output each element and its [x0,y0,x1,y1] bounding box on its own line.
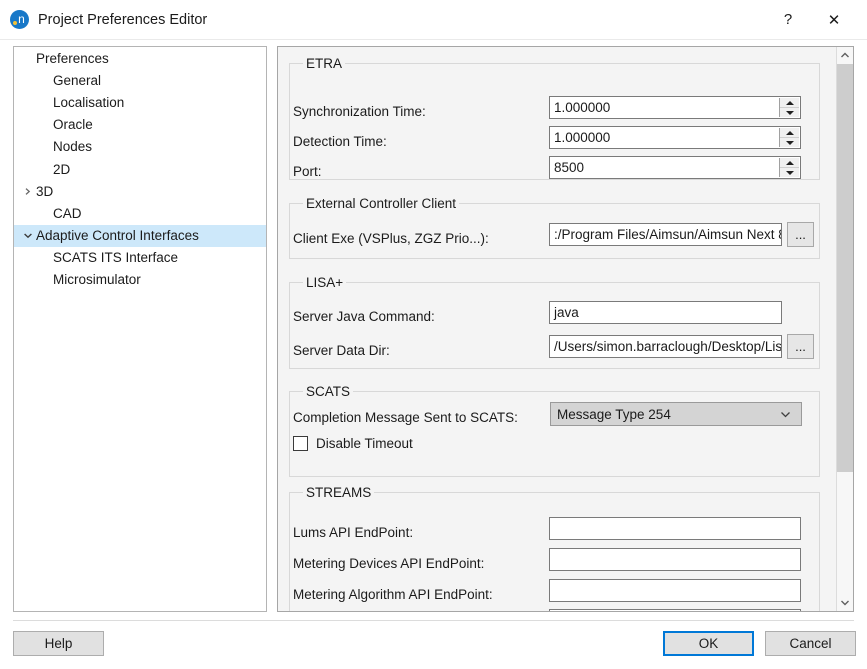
label-client-exe: Client Exe (VSPlus, ZGZ Prio...): [293,231,489,246]
window-title: Project Preferences Editor [38,11,208,28]
chevron-right-icon[interactable] [19,187,36,196]
bottom-separator [13,620,854,621]
group-title-lisa-plus: LISA+ [303,275,347,290]
input-metering-algorithm-api-endpoint[interactable] [549,579,801,602]
title-bar: n Project Preferences Editor ? ✕ [0,0,867,40]
input-value: java [554,305,579,320]
spinner-up-icon[interactable] [780,158,799,168]
tree-item-label: General [53,72,102,88]
tree-item-label: Preferences [36,50,109,66]
input-partially-visible-endpoint[interactable] [549,609,801,611]
spinner-detection-time[interactable] [779,128,799,147]
label-detection-time: Detection Time: [293,134,387,149]
tree-item-3d[interactable]: 3D [14,180,266,202]
preferences-content: ETRA Synchronization Time: 1.000000 Dete… [278,47,837,611]
group-title-scats: SCATS [303,384,354,399]
help-button[interactable]: Help [13,631,104,656]
app-logo-icon: n [10,10,29,29]
input-client-exe[interactable]: :/Program Files/Aimsun/Aimsun Next 8.3 [549,223,782,246]
content-vertical-scrollbar[interactable] [836,47,853,611]
preferences-tree[interactable]: Preferences General Localisation Oracle … [13,46,267,612]
checkbox-disable-timeout[interactable]: Disable Timeout [293,436,413,451]
tree-item-label: Nodes [53,139,93,155]
tree-item-label: 3D [36,183,54,199]
chevron-down-icon[interactable] [19,231,36,240]
group-title-streams: STREAMS [303,485,375,500]
tree-item-general[interactable]: General [14,69,266,91]
preferences-content-scrollarea: ETRA Synchronization Time: 1.000000 Dete… [277,46,854,612]
tree-item-scats-its-interface[interactable]: SCATS ITS Interface [14,247,266,269]
spinner-port[interactable] [779,158,799,177]
ok-button[interactable]: OK [663,631,754,656]
tree-item-label: CAD [53,205,82,221]
label-server-java-command: Server Java Command: [293,309,435,324]
tree-item-label: Adaptive Control Interfaces [36,228,199,244]
tree-item-localisation[interactable]: Localisation [14,91,266,113]
label-metering-algorithm-api-endpoint: Metering Algorithm API EndPoint: [293,587,493,602]
select-value: Message Type 254 [557,406,671,422]
label-port: Port: [293,164,322,179]
cancel-button[interactable]: Cancel [765,631,856,656]
checkbox-box[interactable] [293,436,308,451]
help-question-icon[interactable]: ? [765,1,811,39]
input-server-java-command[interactable]: java [549,301,782,324]
spinner-up-icon[interactable] [780,128,799,138]
spinner-down-icon[interactable] [780,138,799,147]
tree-item-cad[interactable]: CAD [14,202,266,224]
scroll-down-icon[interactable] [837,594,853,611]
chevron-down-icon[interactable] [780,407,791,422]
tree-item-label: Localisation [53,94,125,110]
label-metering-devices-api-endpoint: Metering Devices API EndPoint: [293,556,485,571]
spinner-down-icon[interactable] [780,108,799,117]
label-completion-message: Completion Message Sent to SCATS: [293,410,518,425]
close-icon[interactable]: ✕ [811,1,857,39]
input-value: 1.000000 [554,130,611,145]
input-detection-time[interactable]: 1.000000 [549,126,801,149]
browse-server-data-dir-button[interactable]: ... [787,334,814,359]
input-value: 8500 [554,160,585,175]
input-port[interactable]: 8500 [549,156,801,179]
label-server-data-dir: Server Data Dir: [293,343,390,358]
select-completion-message[interactable]: Message Type 254 [550,402,802,426]
group-title-external-controller-client: External Controller Client [303,196,460,211]
input-metering-devices-api-endpoint[interactable] [549,548,801,571]
scrollbar-thumb[interactable] [837,64,853,472]
input-value: :/Program Files/Aimsun/Aimsun Next 8.3 [554,227,782,242]
input-synchronization-time[interactable]: 1.000000 [549,96,801,119]
input-value: /Users/simon.barraclough/Desktop/Lisa+ [554,339,782,354]
tree-item-label: Microsimulator [53,272,141,288]
tree-item-preferences[interactable]: Preferences [14,47,266,69]
tree-item-adaptive-control-interfaces[interactable]: Adaptive Control Interfaces [14,224,266,247]
label-lums-api-endpoint: Lums API EndPoint: [293,525,414,540]
tree-item-microsimulator[interactable]: Microsimulator [14,269,266,291]
spinner-synchronization-time[interactable] [779,98,799,117]
checkbox-label: Disable Timeout [316,436,413,451]
input-value: 1.000000 [554,100,611,115]
scroll-up-icon[interactable] [837,47,853,64]
tree-item-label: SCATS ITS Interface [53,250,179,266]
input-lums-api-endpoint[interactable] [549,517,801,540]
spinner-down-icon[interactable] [780,168,799,177]
label-synchronization-time: Synchronization Time: [293,104,426,119]
tree-item-label: Oracle [53,117,93,133]
spinner-up-icon[interactable] [780,98,799,108]
group-title-etra: ETRA [303,56,346,71]
tree-item-2d[interactable]: 2D [14,158,266,180]
tree-item-oracle[interactable]: Oracle [14,114,266,136]
tree-item-nodes[interactable]: Nodes [14,136,266,158]
browse-client-exe-button[interactable]: ... [787,222,814,247]
input-server-data-dir[interactable]: /Users/simon.barraclough/Desktop/Lisa+ [549,335,782,358]
tree-item-label: 2D [53,161,71,177]
